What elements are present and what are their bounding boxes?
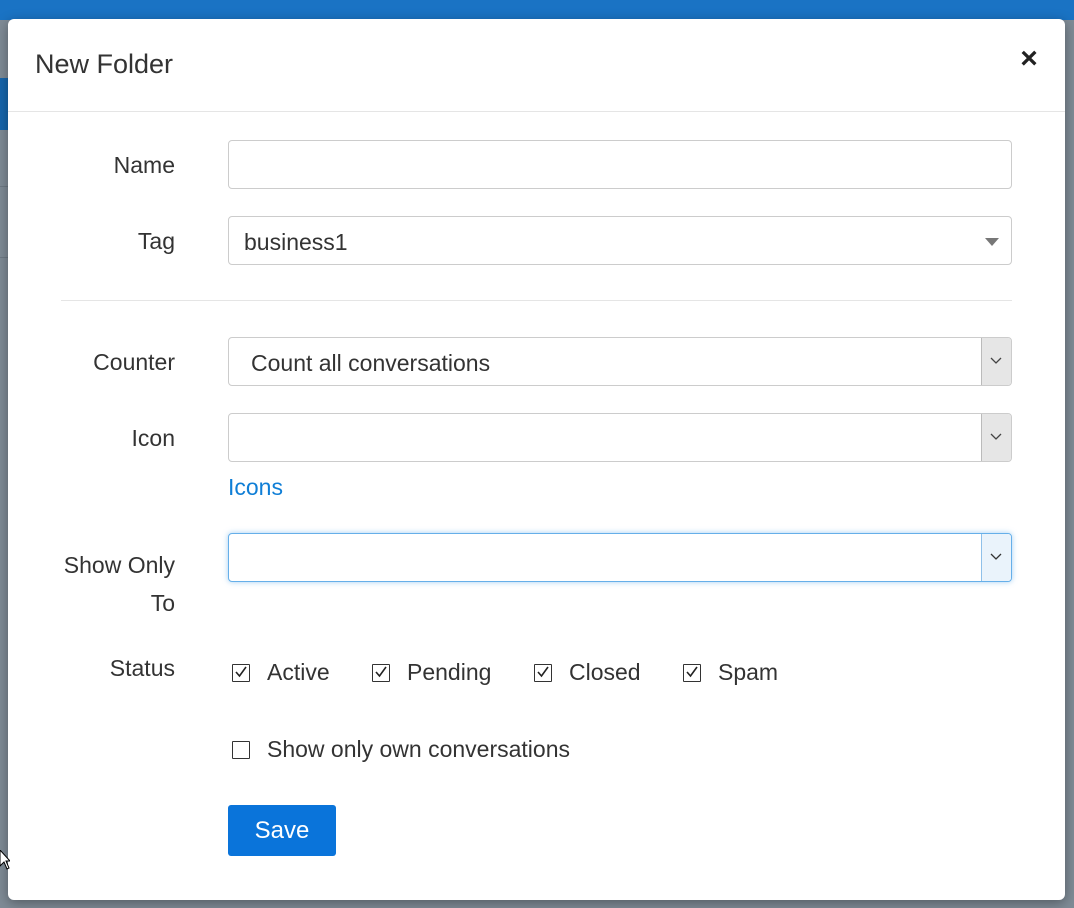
own-conversations-option[interactable]: Show only own conversations [232, 736, 570, 763]
status-spam-checkbox[interactable] [683, 663, 701, 682]
show-only-to-label-line2: To [150, 590, 175, 616]
status-option-pending[interactable]: Pending [372, 659, 491, 686]
status-active-checkbox[interactable] [232, 663, 250, 682]
modal-title: New Folder [35, 49, 174, 79]
tag-label: Tag [137, 228, 175, 254]
checkmark-icon [537, 666, 549, 677]
chevron-down-icon [990, 553, 1002, 560]
chevron-down-icon [990, 357, 1002, 364]
status-pending-label: Pending [407, 659, 492, 685]
background-app-topbar [0, 0, 1074, 20]
status-spam-label: Spam [718, 659, 779, 685]
counter-select[interactable]: Count all conversations [228, 337, 1012, 386]
show-only-to-select[interactable] [228, 533, 1012, 582]
counter-label: Counter [93, 349, 175, 375]
status-option-active[interactable]: Active [232, 659, 330, 686]
icon-label: Icon [131, 425, 175, 451]
status-closed-checkbox[interactable] [534, 663, 552, 682]
tag-selected-value: business1 [244, 229, 348, 255]
close-icon[interactable]: × [1017, 44, 1041, 74]
status-option-closed[interactable]: Closed [534, 659, 641, 686]
show-only-to-label-line1: Show Only [63, 552, 175, 578]
name-label: Name [113, 152, 175, 178]
icons-link[interactable]: Icons [228, 474, 283, 501]
status-closed-label: Closed [569, 659, 641, 685]
save-button[interactable]: Save [228, 805, 336, 856]
new-folder-modal: New Folder × Name Tag business1 Counter … [8, 19, 1065, 900]
status-label: Status [109, 655, 175, 681]
show-only-to-label: Show Only To [64, 546, 175, 622]
status-pending-checkbox[interactable] [372, 663, 390, 682]
caret-down-icon [985, 238, 999, 246]
name-input[interactable] [229, 141, 1011, 188]
tag-select[interactable]: business1 [228, 216, 1012, 265]
counter-dropdown-button[interactable] [981, 338, 1011, 385]
icon-select[interactable] [228, 413, 1012, 462]
checkmark-icon [375, 666, 387, 677]
form-divider [61, 300, 1012, 301]
status-active-label: Active [267, 659, 330, 685]
checkmark-icon [686, 666, 698, 677]
checkmark-icon [235, 666, 247, 677]
own-conversations-label: Show only own conversations [267, 736, 570, 762]
modal-header: New Folder × [8, 19, 1065, 112]
counter-selected-value: Count all conversations [251, 350, 491, 376]
own-conversations-checkbox[interactable] [232, 740, 250, 759]
show-only-to-dropdown-button[interactable] [981, 534, 1011, 581]
chevron-down-icon [990, 433, 1002, 440]
name-field[interactable] [228, 140, 1012, 189]
status-option-spam[interactable]: Spam [683, 659, 778, 686]
mouse-cursor-icon [0, 850, 10, 870]
icon-dropdown-button[interactable] [981, 414, 1011, 461]
